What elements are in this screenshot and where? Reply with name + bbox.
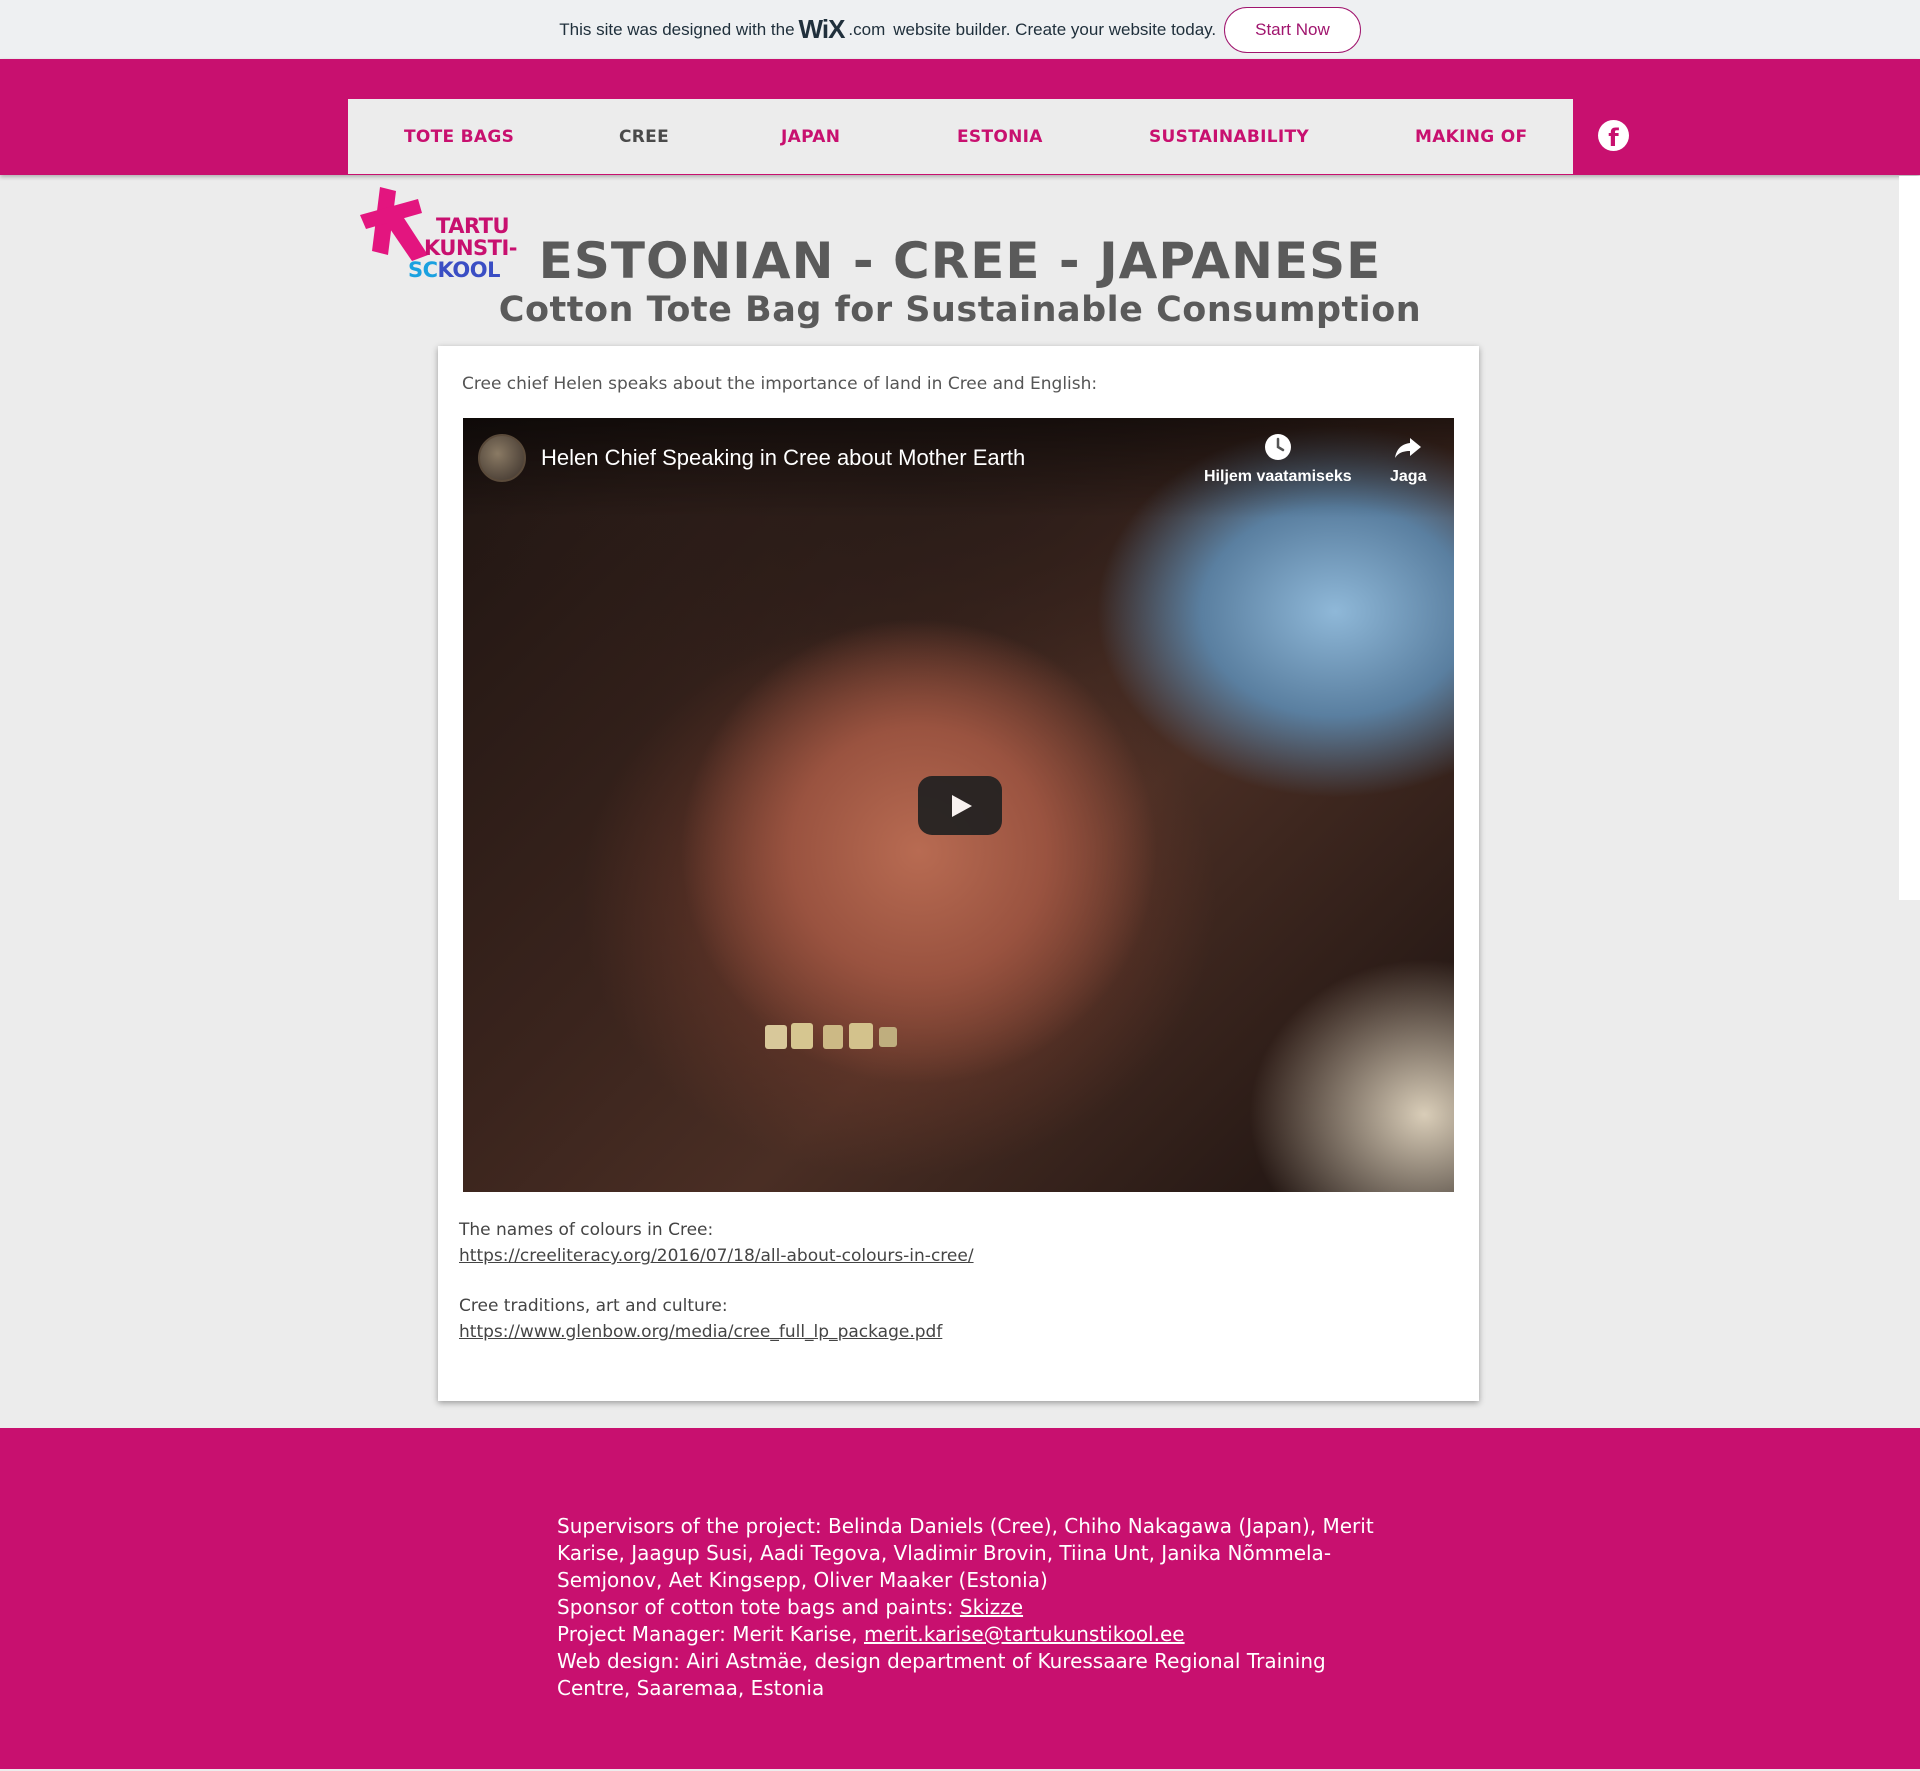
share-icon bbox=[1395, 438, 1422, 458]
facebook-icon[interactable]: f bbox=[1598, 120, 1629, 151]
channel-avatar[interactable] bbox=[478, 434, 526, 482]
share-button[interactable]: Jaga bbox=[1390, 432, 1426, 486]
traditions-link[interactable]: https://www.glenbow.org/media/cree_full_… bbox=[459, 1322, 942, 1342]
share-label: Jaga bbox=[1390, 468, 1427, 485]
footer-supervisors: Supervisors of the project: Belinda Dani… bbox=[557, 1514, 1374, 1592]
traditions-label: Cree traditions, art and culture: bbox=[459, 1296, 728, 1316]
nav-item-cree[interactable]: CREE bbox=[619, 99, 669, 174]
intro-text: Cree chief Helen speaks about the import… bbox=[462, 374, 1098, 394]
footer-web-design: Web design: Airi Astmäe, design departme… bbox=[557, 1649, 1326, 1700]
clock-icon bbox=[1264, 434, 1291, 460]
play-button[interactable] bbox=[918, 776, 1002, 835]
start-now-button[interactable]: Start Now bbox=[1224, 6, 1361, 53]
sponsor-link[interactable]: Skizze bbox=[960, 1595, 1023, 1619]
wix-dotcom: .com bbox=[848, 19, 886, 39]
footer-sponsor-label: Sponsor of cotton tote bags and paints: bbox=[557, 1595, 954, 1619]
manager-email-link[interactable]: merit.karise@tartukunstikool.ee bbox=[864, 1622, 1185, 1646]
footer-manager: Project Manager: Merit Karise, merit.kar… bbox=[557, 1621, 1377, 1648]
resource-links: The names of colours in Cree: https://cr… bbox=[459, 1217, 974, 1345]
watch-later-label: Hiljem vaatamiseks bbox=[1204, 468, 1352, 485]
page-subtitle: Cotton Tote Bag for Sustainable Consumpt… bbox=[498, 290, 1422, 330]
wix-banner-text: This site was designed with the WiX .com … bbox=[559, 14, 1216, 45]
main-nav: TOTE BAGS CREE JAPAN ESTONIA SUSTAINABIL… bbox=[348, 99, 1573, 174]
wix-logo[interactable]: WiX bbox=[799, 14, 846, 45]
watch-later-button[interactable]: Hiljem vaatamiseks bbox=[1204, 432, 1352, 486]
nav-item-tote-bags[interactable]: TOTE BAGS bbox=[404, 99, 514, 174]
footer-text: Supervisors of the project: Belinda Dani… bbox=[557, 1513, 1377, 1702]
page-title: ESTONIAN - CREE - JAPANESE bbox=[538, 232, 1382, 290]
footer-sponsor: Sponsor of cotton tote bags and paints: … bbox=[557, 1594, 1377, 1621]
wix-banner: This site was designed with the WiX .com … bbox=[0, 0, 1920, 59]
colours-label: The names of colours in Cree: bbox=[459, 1220, 714, 1240]
nav-item-estonia[interactable]: ESTONIA bbox=[957, 99, 1043, 174]
footer: Supervisors of the project: Belinda Dani… bbox=[0, 1428, 1920, 1769]
colours-link[interactable]: https://creeliteracy.org/2016/07/18/all-… bbox=[459, 1246, 974, 1266]
play-icon bbox=[952, 794, 972, 817]
video-player[interactable]: Helen Chief Speaking in Cree about Mothe… bbox=[463, 418, 1454, 1192]
header-band: TOTE BAGS CREE JAPAN ESTONIA SUSTAINABIL… bbox=[0, 59, 1920, 175]
video-title[interactable]: Helen Chief Speaking in Cree about Mothe… bbox=[541, 445, 1025, 471]
nav-item-sustainability[interactable]: SUSTAINABILITY bbox=[1149, 99, 1309, 174]
footer-manager-label: Project Manager: Merit Karise, bbox=[557, 1622, 858, 1646]
nav-item-japan[interactable]: JAPAN bbox=[781, 99, 840, 174]
wix-banner-text-before: This site was designed with the bbox=[559, 19, 795, 39]
wix-banner-text-after: website builder. Create your website tod… bbox=[893, 19, 1217, 39]
nav-item-making-of[interactable]: MAKING OF bbox=[1415, 99, 1527, 174]
video-thumbnail-detail bbox=[765, 1023, 897, 1049]
content-card: Cree chief Helen speaks about the import… bbox=[438, 346, 1479, 1401]
